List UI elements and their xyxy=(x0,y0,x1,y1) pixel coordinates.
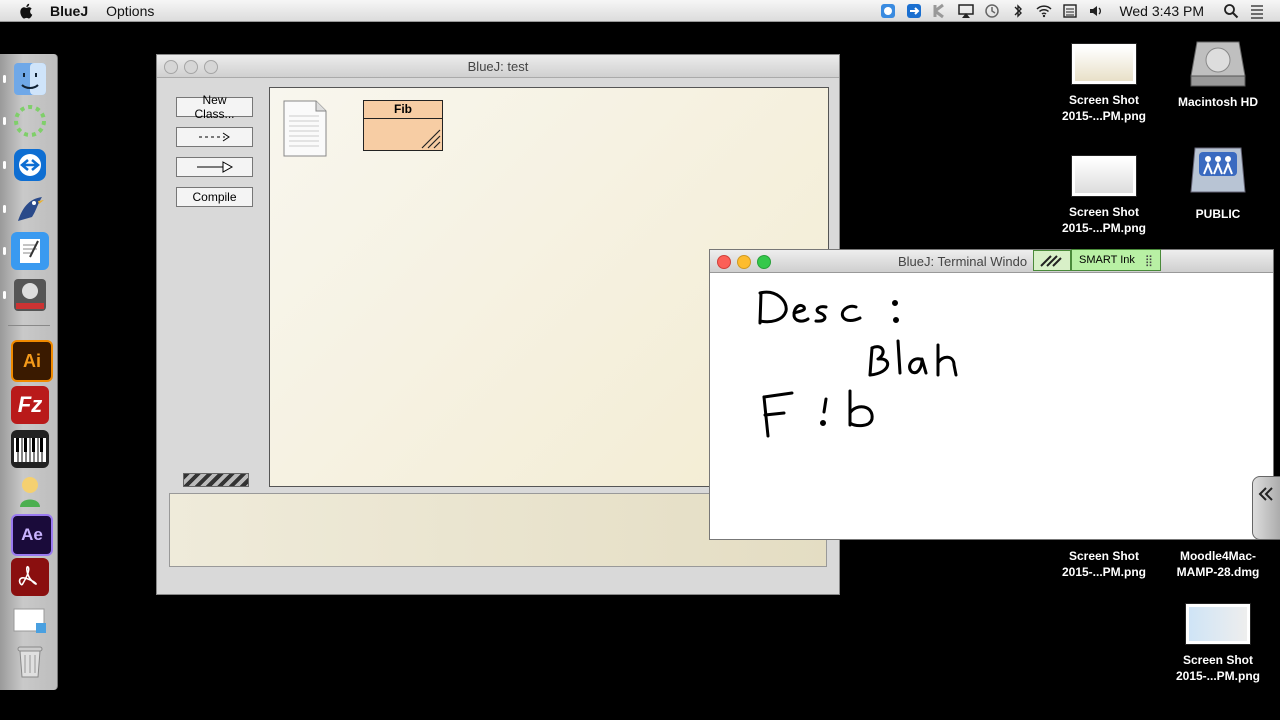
keyboard-viewer-icon[interactable] xyxy=(1061,3,1079,19)
airplay-icon[interactable] xyxy=(957,3,975,19)
smart-ink-toolbar[interactable]: SMART Ink ⣿ xyxy=(1071,249,1161,271)
work-indicator xyxy=(183,473,249,487)
teamviewer-status-icon[interactable] xyxy=(905,3,923,19)
desktop-icon-label: Screen Shot xyxy=(1182,653,1254,667)
desktop-icon-label: 2015-...PM.png xyxy=(1061,109,1147,123)
class-fib[interactable]: Fib xyxy=(363,100,443,151)
grip-icon[interactable]: ⣿ xyxy=(1145,254,1153,267)
desktop-icon-label: Screen Shot xyxy=(1068,205,1140,219)
uses-arrow-button[interactable] xyxy=(176,127,253,147)
new-class-button[interactable]: New Class... xyxy=(176,93,253,121)
minimize-button[interactable] xyxy=(737,255,751,269)
textedit-icon[interactable] xyxy=(11,232,49,270)
terminal-title: BlueJ: Terminal Windo xyxy=(898,254,1028,269)
ink-desc xyxy=(758,290,899,325)
close-button[interactable] xyxy=(717,255,731,269)
ink-annotation-layer[interactable] xyxy=(710,273,1273,539)
menubar-clock[interactable]: Wed 3:43 PM xyxy=(1119,3,1204,19)
character-app-icon[interactable] xyxy=(11,472,49,510)
smart-ink-label: SMART Ink xyxy=(1079,254,1135,266)
smart-sidebar-handle[interactable] xyxy=(1252,476,1280,540)
after-effects-icon[interactable]: Ae xyxy=(11,514,53,556)
filezilla-icon[interactable]: Fz xyxy=(11,386,49,424)
app-name-menu[interactable]: BlueJ xyxy=(50,3,88,19)
options-menu[interactable]: Options xyxy=(106,3,154,19)
menu-bar: BlueJ Options Wed 3:43 PM xyxy=(0,0,1280,22)
desktop-icon-label: Macintosh HD xyxy=(1177,95,1258,109)
screenshot-thumbnail-icon xyxy=(1186,604,1250,644)
notification-center-icon[interactable] xyxy=(1248,3,1266,19)
apple-icon[interactable] xyxy=(18,2,36,20)
desktop-icon-label: 2015-...PM.png xyxy=(1061,221,1147,235)
teamviewer-icon[interactable] xyxy=(11,146,49,184)
class-name-label: Fib xyxy=(364,101,442,119)
ink-blah xyxy=(868,339,958,377)
terminal-titlebar[interactable]: BlueJ: Terminal Windo SMART Ink ⣿ xyxy=(710,249,1273,273)
desktop-icon-label: Screen Shot xyxy=(1068,549,1140,563)
illustrator-icon[interactable]: Ai xyxy=(11,340,53,382)
running-indicator xyxy=(3,205,6,213)
desktop-screenshot-file[interactable]: Screen Shot 2015-...PM.png xyxy=(1049,44,1159,124)
running-indicator xyxy=(3,161,6,169)
screenshot-thumbnail-icon xyxy=(1072,156,1136,196)
spotlight-search-icon[interactable] xyxy=(1222,3,1240,19)
finder-icon[interactable] xyxy=(11,60,49,98)
preview-icon[interactable] xyxy=(11,602,49,640)
k-status-icon[interactable] xyxy=(931,3,949,19)
network-volume-icon xyxy=(1190,147,1246,193)
uncompiled-hatch-icon xyxy=(421,129,441,149)
running-indicator xyxy=(3,291,6,299)
desktop-screenshot-file[interactable]: Screen Shot 2015-...PM.png xyxy=(1163,604,1273,684)
volume-icon[interactable] xyxy=(1087,3,1105,19)
inheritance-arrow-icon xyxy=(196,161,233,173)
smart-ink-pen-icon[interactable] xyxy=(1033,250,1071,271)
acrobat-icon[interactable] xyxy=(11,558,49,596)
desktop-icon-label: MAMP-28.dmg xyxy=(1176,565,1260,579)
screenshot-thumbnail-icon xyxy=(1072,44,1136,84)
desktop-icon-label: Screen Shot xyxy=(1068,93,1140,107)
desktop-screenshot-file[interactable]: Screen Shot 2015-...PM.png xyxy=(1049,156,1159,236)
wifi-icon[interactable] xyxy=(1035,3,1053,19)
inheritance-arrow-button[interactable] xyxy=(176,157,253,177)
midi-keyboard-icon[interactable] xyxy=(11,430,49,468)
running-indicator xyxy=(3,117,6,125)
terminal-window: BlueJ: Terminal Windo SMART Ink ⣿ xyxy=(709,249,1274,540)
double-chevron-left-icon xyxy=(1258,487,1273,501)
hard-drive-icon xyxy=(1190,41,1246,87)
dock: Ai Fz Ae xyxy=(0,54,58,690)
desktop-icon-label: Moodle4Mac- xyxy=(1179,549,1256,563)
desktop-icon-label: PUBLIC xyxy=(1195,207,1241,221)
desktop-macintosh-hd[interactable]: Macintosh HD xyxy=(1163,32,1273,110)
ink-fib xyxy=(762,389,874,438)
dock-separator xyxy=(8,325,50,326)
compile-button[interactable]: Compile xyxy=(176,187,253,207)
desktop-moodle-dmg[interactable]: Moodle4Mac- MAMP-28.dmg xyxy=(1163,548,1273,580)
desktop-public-volume[interactable]: PUBLIC xyxy=(1163,144,1273,222)
running-indicator xyxy=(3,75,6,83)
time-machine-icon[interactable] xyxy=(983,3,1001,19)
dashed-arrow-icon xyxy=(198,132,230,142)
desktop-icon-label: 2015-...PM.png xyxy=(1061,565,1147,579)
desktop-icon-label: 2015-...PM.png xyxy=(1175,669,1261,683)
trash-icon[interactable] xyxy=(11,642,49,680)
smart-notebook-icon[interactable] xyxy=(11,276,49,314)
bluej-bird-icon[interactable] xyxy=(11,190,49,228)
running-indicator xyxy=(3,247,6,255)
bluej-status-icon[interactable] xyxy=(879,3,897,19)
window-titlebar[interactable]: BlueJ: test xyxy=(157,55,839,78)
window-title: BlueJ: test xyxy=(467,59,529,74)
zoom-button[interactable] xyxy=(757,255,771,269)
desktop-screenshot-file[interactable]: Screen Shot 2015-...PM.png xyxy=(1049,548,1159,580)
readme-document-icon[interactable] xyxy=(283,100,327,157)
bluetooth-icon[interactable] xyxy=(1009,3,1027,19)
activity-monitor-icon[interactable] xyxy=(11,102,49,140)
